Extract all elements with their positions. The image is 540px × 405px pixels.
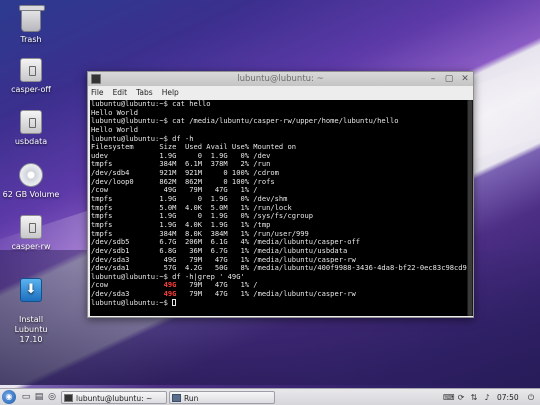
desktop-icon-label: usbdata bbox=[14, 137, 48, 146]
keyboard-layout-icon[interactable]: ⌨ bbox=[443, 391, 455, 404]
taskbar: ◉ ▭ ▤ ◎ lubuntu@lubuntu: ~ Run ⌨ ⟳ ⇅ ♪ 0… bbox=[0, 388, 540, 405]
desktop-icon-install-lubuntu[interactable]: ⬇ Install Lubuntu 17.10 bbox=[2, 268, 60, 345]
start-menu-button[interactable]: ◉ bbox=[2, 390, 16, 404]
desktop-icon-trash[interactable]: Trash bbox=[2, 5, 60, 45]
window-titlebar[interactable]: lubuntu@lubuntu: ~ – ▢ ✕ bbox=[88, 72, 473, 86]
task-label: lubuntu@lubuntu: ~ bbox=[76, 394, 153, 403]
grep-match: 49G bbox=[163, 280, 177, 290]
terminal-output[interactable]: lubuntu@lubuntu:~$ cat hello Hello World l… bbox=[90, 100, 473, 316]
install-icon: ⬇ bbox=[20, 278, 42, 302]
scrollbar-thumb[interactable] bbox=[468, 100, 472, 316]
menu-edit[interactable]: Edit bbox=[113, 86, 128, 99]
terminal-cursor bbox=[172, 298, 177, 306]
file-manager-icon[interactable]: ▤ bbox=[33, 391, 45, 404]
network-icon[interactable]: ⇅ bbox=[469, 391, 479, 404]
window-title: lubuntu@lubuntu: ~ bbox=[237, 74, 324, 84]
usb-drive-icon bbox=[20, 110, 42, 134]
minimize-icon[interactable]: – bbox=[428, 72, 438, 86]
desktop-icon-casper-off[interactable]: casper-off bbox=[2, 58, 60, 95]
taskbar-task-run[interactable]: Run bbox=[169, 391, 275, 404]
taskbar-task-terminal[interactable]: lubuntu@lubuntu: ~ bbox=[61, 391, 167, 404]
disk-volume-icon bbox=[19, 163, 43, 187]
updates-icon[interactable]: ⟳ bbox=[456, 391, 466, 404]
terminal-scrollbar[interactable] bbox=[467, 100, 473, 316]
usb-drive-icon bbox=[20, 58, 42, 82]
volume-icon[interactable]: ♪ bbox=[482, 391, 492, 404]
menu-tabs[interactable]: Tabs bbox=[136, 86, 153, 99]
run-icon bbox=[172, 394, 181, 402]
grep-match: 49G bbox=[163, 289, 177, 299]
terminal-icon bbox=[91, 74, 101, 84]
menu-help[interactable]: Help bbox=[162, 86, 179, 99]
web-browser-icon[interactable]: ◎ bbox=[46, 391, 58, 404]
menu-file[interactable]: File bbox=[91, 86, 104, 99]
terminal-window[interactable]: lubuntu@lubuntu: ~ – ▢ ✕ File Edit Tabs … bbox=[87, 71, 474, 318]
desktop-icon-usbdata[interactable]: usbdata bbox=[2, 110, 60, 147]
menu-bar: File Edit Tabs Help bbox=[88, 86, 473, 99]
desktop-icon-label: Trash bbox=[20, 35, 42, 44]
clock[interactable]: 07:50 bbox=[497, 391, 519, 404]
desktop-icon-62gb-volume[interactable]: 62 GB Volume bbox=[2, 163, 60, 200]
desktop-icon-label: casper-rw bbox=[11, 242, 51, 251]
usb-drive-icon bbox=[20, 215, 42, 239]
desktop-icon-casper-rw[interactable]: casper-rw bbox=[2, 215, 60, 252]
trash-icon bbox=[19, 5, 45, 32]
terminal-text: lubuntu@lubuntu:~$ cat hello Hello World l… bbox=[91, 100, 471, 307]
desktop-icon-label: 62 GB Volume bbox=[2, 190, 60, 199]
maximize-icon[interactable]: ▢ bbox=[444, 72, 454, 86]
task-label: Run bbox=[184, 394, 199, 403]
show-desktop-icon[interactable]: ▭ bbox=[20, 391, 32, 404]
close-icon[interactable]: ✕ bbox=[460, 72, 470, 86]
terminal-line: lubuntu@lubuntu:~$ cat hello bbox=[91, 100, 211, 108]
terminal-line: lubuntu@lubuntu:~$ bbox=[91, 298, 471, 308]
desktop-icon-label: Install Lubuntu 17.10 bbox=[14, 315, 48, 344]
terminal-line: lubuntu@lubuntu:~$ cat /media/lubuntu/ca… bbox=[91, 116, 399, 126]
power-icon[interactable]: ⏻ bbox=[526, 391, 536, 404]
terminal-icon bbox=[64, 394, 73, 402]
desktop-icon-label: casper-off bbox=[11, 85, 51, 94]
